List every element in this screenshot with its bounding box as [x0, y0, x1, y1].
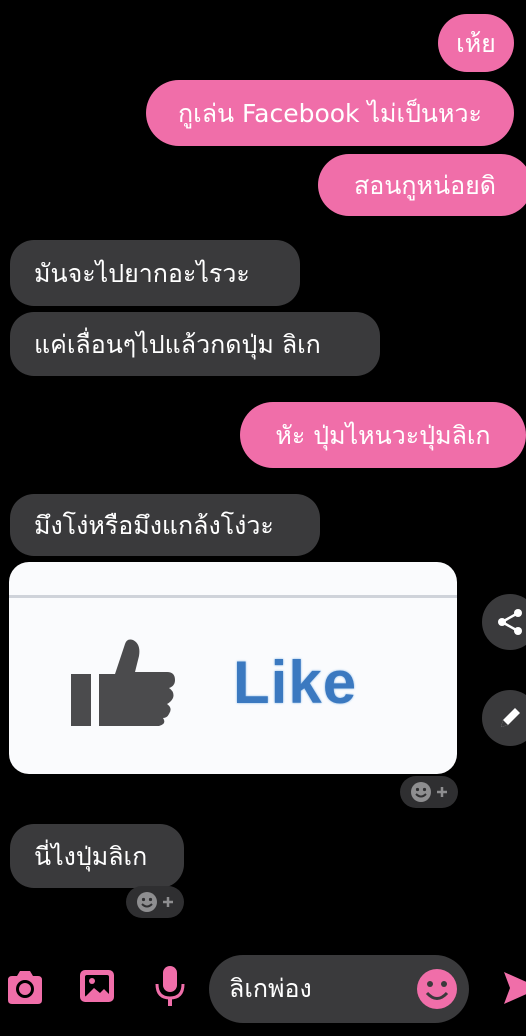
- add-reaction-button[interactable]: [400, 776, 458, 808]
- edit-button[interactable]: [482, 690, 526, 746]
- emoji-icon[interactable]: [416, 968, 458, 1010]
- sent-message[interactable]: หัะ ปุ่มไหนวะปุ่มลิเก: [240, 402, 526, 468]
- received-message[interactable]: นี่ไงปุ่มลิเก: [10, 824, 184, 888]
- add-reaction-button[interactable]: [126, 886, 184, 918]
- message-text: มึงโง่หรือมึงแกล้งโง่วะ: [34, 510, 274, 540]
- image-divider: [9, 595, 457, 598]
- image-message[interactable]: Like: [9, 562, 457, 774]
- thumbs-up-icon: [71, 639, 175, 726]
- received-message[interactable]: มันจะไปยากอะไรวะ: [10, 240, 300, 306]
- like-label: Like: [233, 649, 358, 716]
- received-message[interactable]: แค่เลื่อนๆไปแล้วกดปุ่ม ลิเก: [10, 312, 380, 376]
- share-icon: [498, 609, 522, 635]
- received-message[interactable]: มึงโง่หรือมึงแกล้งโง่วะ: [10, 494, 320, 556]
- message-input-value: ลิเกพ่อง: [229, 974, 312, 1003]
- add-reaction-icon: [411, 782, 447, 802]
- sent-message[interactable]: เห้ย: [438, 14, 514, 72]
- message-text: กูเล่น Facebook ไม่เป็นหวะ: [178, 98, 482, 128]
- message-text: นี่ไงปุ่มลิเก: [34, 841, 148, 871]
- image-icon[interactable]: [78, 966, 116, 1006]
- share-button[interactable]: [482, 594, 526, 650]
- camera-icon[interactable]: [4, 968, 46, 1008]
- message-text: เห้ย: [456, 28, 496, 58]
- message-text: มันจะไปยากอะไรวะ: [34, 258, 250, 288]
- message-text: สอนกูหน่อยดิ: [354, 170, 496, 200]
- edit-icon: [501, 708, 520, 727]
- add-reaction-icon: [137, 892, 173, 912]
- message-text: หัะ ปุ่มไหนวะปุ่มลิเก: [275, 420, 491, 450]
- microphone-icon[interactable]: [152, 964, 188, 1008]
- sent-message[interactable]: กูเล่น Facebook ไม่เป็นหวะ: [146, 80, 514, 146]
- message-input[interactable]: ลิเกพ่อง: [209, 955, 469, 1023]
- sent-message[interactable]: สอนกูหน่อยดิ: [318, 154, 526, 216]
- send-icon[interactable]: [500, 968, 526, 1008]
- message-text: แค่เลื่อนๆไปแล้วกดปุ่ม ลิเก: [34, 329, 321, 359]
